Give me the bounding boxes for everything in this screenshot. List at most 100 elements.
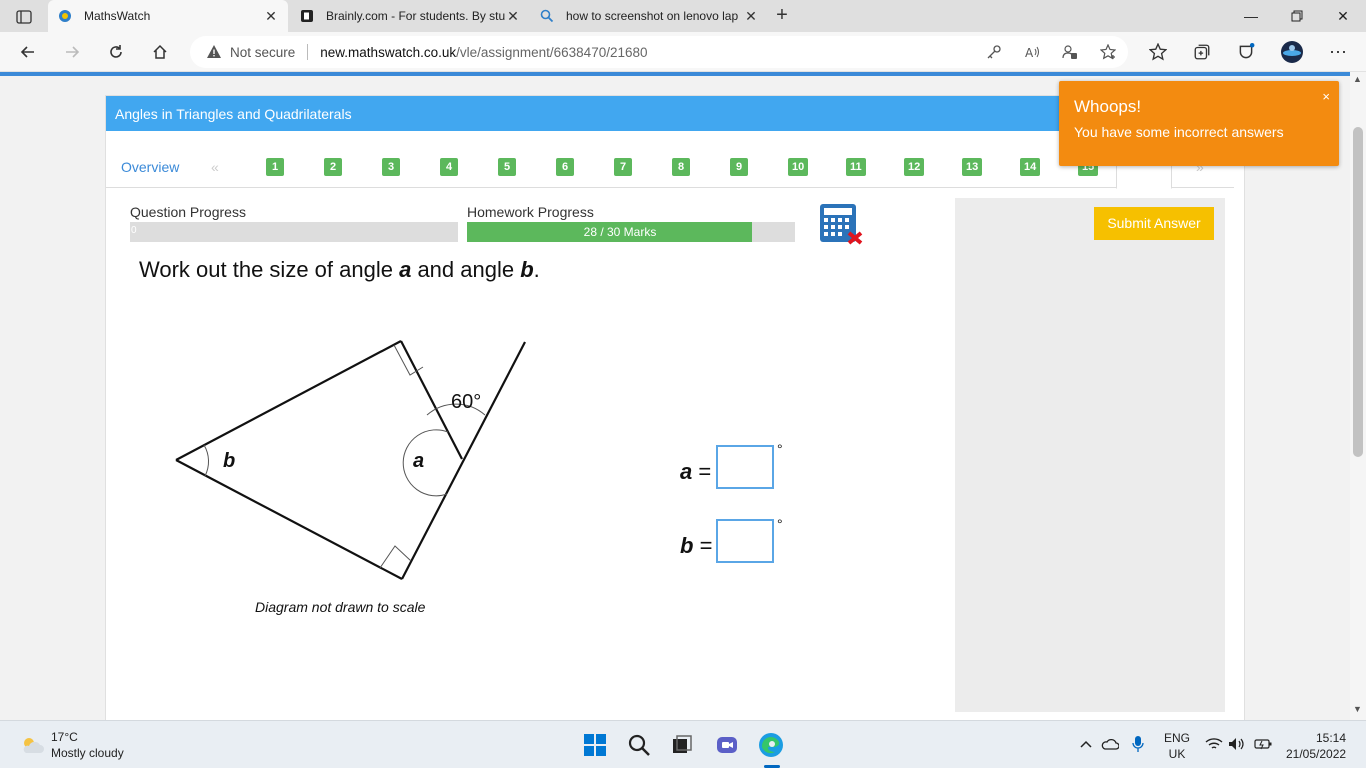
input-language-indicator[interactable]: ENG UK (1164, 730, 1190, 762)
angle-diagram: b a 60° (175, 340, 526, 580)
page-top-line (0, 72, 1350, 76)
microphone-icon[interactable] (1129, 735, 1147, 753)
answer-b-degree: ° (777, 516, 783, 532)
submit-answer-button[interactable]: Submit Answer (1094, 207, 1214, 240)
tab-search[interactable]: how to screenshot on lenovo lap ✕ (530, 0, 768, 32)
address-bar-icons: A (984, 42, 1118, 62)
question-button-10[interactable]: 10 (788, 158, 809, 176)
right-angle-marker-top (393, 344, 424, 376)
system-clock[interactable]: 15:14 21/05/2022 (1286, 730, 1346, 762)
question-text-part: and angle (411, 257, 521, 282)
windows-taskbar: 17°C Mostly cloudy ENG UK 15:14 21/05/2022 (0, 720, 1366, 768)
clock-date: 21/05/2022 (1286, 747, 1347, 761)
browser-tab-bar: MathsWatch ✕ Brainly.com - For students.… (0, 0, 1366, 32)
calculator-disabled-icon[interactable] (819, 203, 865, 245)
read-aloud-icon[interactable]: A (1022, 42, 1042, 62)
scroll-thumb[interactable] (1353, 127, 1363, 457)
weather-description[interactable]: Mostly cloudy (51, 746, 124, 760)
question-button-5[interactable]: 5 (498, 158, 516, 176)
question-button-14[interactable]: 14 (1020, 158, 1041, 176)
browser-essentials-icon[interactable] (1234, 40, 1258, 64)
homework-progress-bar: 28 / 30 Marks (467, 222, 795, 242)
question-button-1[interactable]: 1 (266, 158, 284, 176)
page-viewport: Angles in Triangles and Quadrilaterals O… (0, 72, 1350, 720)
answer-a-label: a = (680, 459, 711, 485)
question-button-8[interactable]: 8 (672, 158, 690, 176)
question-progress-label: Question Progress (130, 204, 246, 220)
question-progress-bar: 0 (130, 222, 458, 242)
angle-60-label: 60° (451, 391, 481, 413)
tracking-icon[interactable] (1060, 42, 1080, 62)
question-button-4[interactable]: 4 (440, 158, 458, 176)
question-button-7[interactable]: 7 (614, 158, 632, 176)
answer-a-input[interactable] (716, 445, 774, 489)
tab-actions-icon[interactable] (6, 6, 42, 28)
answer-b-var: b (680, 533, 694, 558)
page-scrollbar[interactable]: ▲ ▼ (1350, 72, 1366, 720)
angle-b-arc (203, 444, 209, 477)
new-tab-button[interactable]: + (770, 4, 794, 28)
volume-icon[interactable] (1228, 735, 1246, 753)
question-text-part: Work out the size of angle (139, 257, 400, 282)
forward-button[interactable] (58, 38, 86, 66)
battery-icon[interactable] (1254, 735, 1272, 753)
toast-close-icon[interactable]: × (1322, 89, 1330, 104)
overview-link[interactable]: Overview (121, 159, 179, 175)
weather-temperature[interactable]: 17°C (51, 730, 78, 744)
angle-a-arc (402, 429, 449, 497)
profile-avatar[interactable] (1280, 40, 1304, 64)
answer-a-var: a (680, 459, 693, 484)
task-view-icon[interactable] (668, 731, 696, 759)
toast-title: Whoops! (1074, 97, 1142, 116)
wifi-icon[interactable] (1205, 735, 1223, 753)
weather-cloudy-icon[interactable] (20, 735, 44, 755)
tab-title: how to screenshot on lenovo lap (566, 9, 739, 23)
question-button-6[interactable]: 6 (556, 158, 574, 176)
mathswatch-favicon-icon (58, 9, 72, 23)
teams-chat-icon[interactable] (713, 731, 741, 759)
incorrect-answer-toast: Whoops! You have some incorrect answers … (1059, 81, 1339, 166)
edge-browser-icon[interactable] (757, 731, 785, 759)
scroll-up-arrow-icon[interactable]: ▲ (1353, 74, 1362, 84)
tab-title: Brainly.com - For students. By stu (326, 9, 506, 23)
settings-more-icon[interactable]: ⋯ (1326, 40, 1350, 64)
onedrive-cloud-icon[interactable] (1101, 735, 1119, 753)
add-favorite-icon[interactable] (1098, 42, 1118, 62)
close-tab-icon[interactable]: ✕ (264, 8, 278, 25)
answer-b-input[interactable] (716, 519, 774, 563)
question-text: Work out the size of angle a and angle b… (139, 257, 540, 283)
refresh-button[interactable] (102, 38, 130, 66)
tab-brainly[interactable]: Brainly.com - For students. By stu ✕ (290, 0, 530, 32)
question-button-13[interactable]: 13 (962, 158, 983, 176)
search-icon[interactable] (625, 731, 653, 759)
browser-toolbar: Not secure new.mathswatch.co.uk/vle/assi… (0, 32, 1366, 72)
close-tab-icon[interactable]: ✕ (744, 8, 758, 25)
close-window-button[interactable]: ✕ (1320, 0, 1366, 32)
svg-text:A: A (1025, 46, 1034, 60)
minimize-button[interactable]: — (1228, 0, 1274, 32)
address-bar[interactable]: Not secure new.mathswatch.co.uk/vle/assi… (190, 36, 1128, 68)
back-button[interactable] (14, 38, 42, 66)
question-button-9[interactable]: 9 (730, 158, 748, 176)
question-button-11[interactable]: 11 (846, 158, 866, 176)
question-button-2[interactable]: 2 (324, 158, 342, 176)
start-button-icon[interactable] (581, 731, 609, 759)
side-panel: Submit Answer (955, 198, 1225, 712)
show-hidden-icons-chevron-icon[interactable] (1077, 735, 1095, 753)
home-button[interactable] (146, 38, 174, 66)
address-separator (307, 44, 309, 60)
favorites-icon[interactable] (1146, 40, 1170, 64)
question-button-12[interactable]: 12 (904, 158, 925, 176)
scroll-down-arrow-icon[interactable]: ▼ (1353, 704, 1362, 714)
tab-mathswatch[interactable]: MathsWatch ✕ (48, 0, 288, 32)
close-tab-icon[interactable]: ✕ (506, 8, 520, 25)
question-text-part: . (533, 257, 540, 282)
warning-icon[interactable] (206, 44, 222, 60)
prev-arrow[interactable]: « (211, 159, 219, 175)
collections-icon[interactable] (1190, 40, 1214, 64)
key-icon[interactable] (984, 42, 1004, 62)
restore-button[interactable] (1274, 0, 1320, 32)
homework-progress-text: 28 / 30 Marks (583, 225, 657, 239)
question-button-3[interactable]: 3 (382, 158, 400, 176)
answer-b-equals: = (693, 533, 713, 558)
